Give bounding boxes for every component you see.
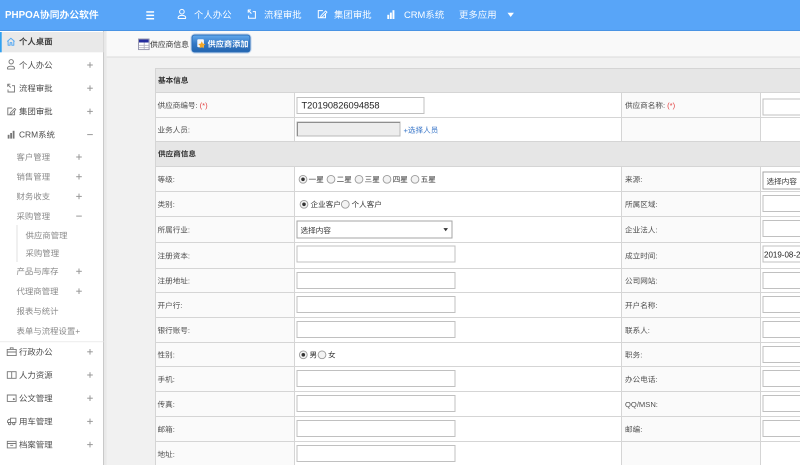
svg-text::: :	[173, 351, 175, 360]
svg-text:+: +	[75, 326, 80, 336]
svg-text:T20190826094858: T20190826094858	[302, 101, 380, 111]
svg-text::: :	[188, 126, 190, 135]
svg-text::: :	[663, 101, 665, 110]
svg-text::: :	[640, 425, 642, 434]
svg-text:2019-08-26: 2019-08-26	[764, 251, 800, 260]
svg-text::: :	[640, 175, 642, 184]
svg-text::: :	[648, 326, 650, 335]
svg-text:(*): (*)	[667, 101, 675, 110]
svg-text::: :	[655, 301, 657, 310]
svg-text::: :	[655, 200, 657, 209]
svg-text::: :	[173, 175, 175, 184]
svg-text:PHPOA: PHPOA	[5, 10, 40, 21]
svg-text::: :	[196, 101, 198, 110]
svg-text:CRM: CRM	[19, 130, 38, 140]
svg-text:+: +	[404, 126, 409, 135]
svg-text::: :	[173, 425, 175, 434]
svg-text::: :	[655, 277, 657, 286]
svg-text::: :	[655, 375, 657, 384]
svg-text:CRM: CRM	[404, 9, 426, 20]
svg-text::: :	[655, 252, 657, 261]
svg-text::: :	[188, 277, 190, 286]
svg-text::: :	[180, 301, 182, 310]
svg-text::: :	[188, 326, 190, 335]
svg-text::: :	[173, 400, 175, 409]
svg-text::: :	[655, 226, 657, 235]
svg-text:QQ/MSN:: QQ/MSN:	[625, 400, 658, 409]
svg-text:(*): (*)	[200, 101, 208, 110]
svg-text::: :	[188, 226, 190, 235]
svg-text::: :	[188, 252, 190, 261]
svg-text::: :	[173, 200, 175, 209]
svg-text::: :	[640, 351, 642, 360]
svg-text::: :	[173, 375, 175, 384]
svg-text::: :	[173, 450, 175, 459]
